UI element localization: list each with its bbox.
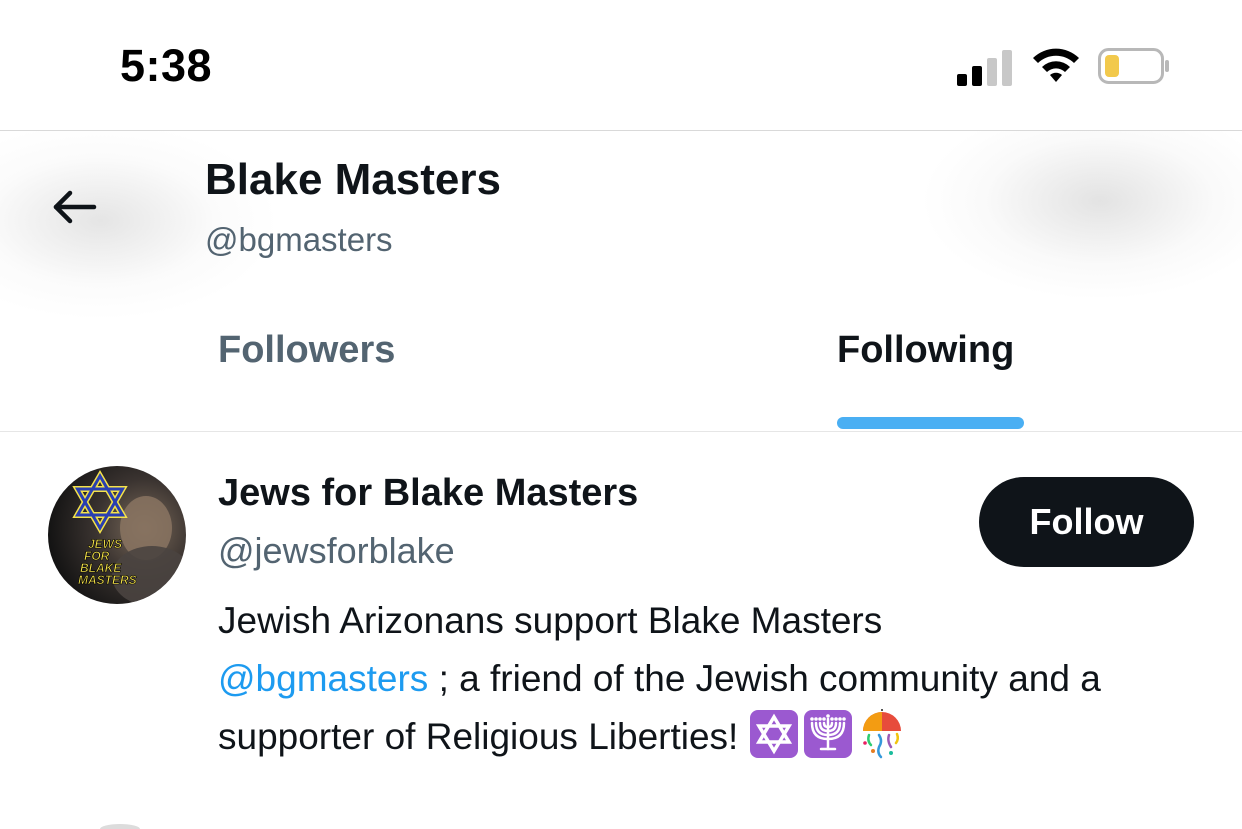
status-bar: 5:38 — [0, 0, 1242, 130]
star-of-david-icon — [749, 710, 798, 758]
star-of-david-icon — [72, 469, 128, 535]
user-handle: @jewsforblake — [218, 530, 455, 571]
list-item[interactable]: JEWS FOR BLAKE MASTERS Jews for Blake Ma… — [0, 432, 1242, 829]
profile-name: Blake Masters — [205, 155, 501, 204]
avatar-text: MASTERS — [78, 573, 137, 587]
twitter-following-screen: 5:38 Blake Masters @bgmasters Followers … — [0, 0, 1242, 829]
bio-mention-link[interactable]: @bgmasters — [218, 658, 428, 699]
next-avatar-edge — [100, 824, 140, 829]
avatar[interactable]: JEWS FOR BLAKE MASTERS — [48, 466, 186, 604]
profile-header: Blake Masters @bgmasters Followers Follo… — [0, 131, 1242, 431]
user-bio: Jewish Arizonans support Blake Masters @… — [218, 592, 1208, 766]
menorah-icon — [803, 710, 852, 758]
avatar-image: JEWS FOR BLAKE MASTERS — [72, 469, 186, 604]
confetti-ball-icon — [862, 709, 901, 759]
follow-button[interactable]: Follow — [979, 477, 1194, 567]
status-time: 5:38 — [120, 40, 213, 91]
tab-following[interactable]: Following — [837, 329, 1014, 372]
active-tab-indicator — [837, 417, 1024, 429]
back-arrow-icon[interactable] — [48, 185, 100, 229]
tab-followers[interactable]: Followers — [218, 329, 395, 372]
user-name[interactable]: Jews for Blake Masters — [218, 472, 638, 515]
cellular-signal-icon — [957, 48, 1013, 86]
header-background-blur — [920, 131, 1242, 301]
bio-text: Jewish Arizonans support Blake Masters — [218, 600, 883, 641]
wifi-icon — [1033, 48, 1079, 82]
profile-handle: @bgmasters — [205, 221, 393, 258]
battery-low-icon — [1098, 48, 1169, 84]
